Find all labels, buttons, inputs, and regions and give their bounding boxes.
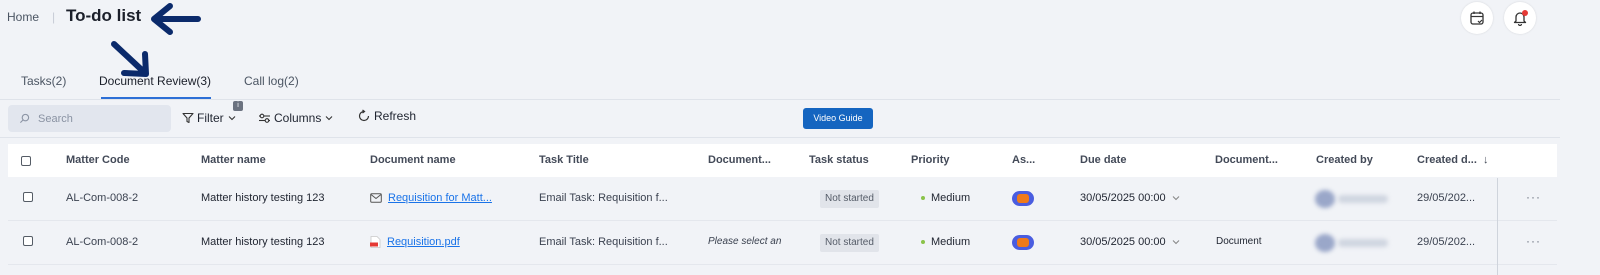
filter-button[interactable]: Filter <box>182 111 237 125</box>
tab-document-review[interactable]: Document Review(3) <box>99 74 211 88</box>
document-review-table: Matter Code Matter name Document name Ta… <box>8 144 1557 265</box>
tab-call-log[interactable]: Call log(2) <box>244 74 299 88</box>
video-guide-button[interactable]: Video Guide <box>803 108 873 129</box>
column-header-priority[interactable]: Priority <box>911 154 950 166</box>
pdf-file-icon <box>370 236 381 248</box>
document-name-cell: Requisition.pdf <box>370 236 460 248</box>
page-header: Home | To-do list <box>0 0 1600 40</box>
chevron-down-icon <box>1172 196 1180 201</box>
refresh-button[interactable]: Refresh <box>357 109 416 123</box>
column-header-document-2[interactable]: Document... <box>1215 154 1278 166</box>
column-header-created-by[interactable]: Created by <box>1316 154 1373 166</box>
assignee-avatar[interactable] <box>1012 191 1034 206</box>
columns-label: Columns <box>274 111 322 125</box>
priority-label: Medium <box>931 236 971 248</box>
priority-label: Medium <box>931 192 971 204</box>
document-link[interactable]: Requisition for Matt... <box>388 192 492 204</box>
column-header-matter-code[interactable]: Matter Code <box>66 154 130 166</box>
priority-cell: Medium <box>921 236 970 248</box>
row-checkbox[interactable] <box>23 192 33 202</box>
priority-dot-icon <box>921 240 925 244</box>
creator-avatar <box>1315 190 1335 208</box>
document-name-cell: Requisition for Matt... <box>370 192 492 204</box>
status-badge: Not started <box>820 234 879 252</box>
search-icon <box>19 113 30 124</box>
refresh-icon <box>358 109 370 122</box>
matter-code: AL-Com-008-2 <box>66 236 139 248</box>
chevron-down-icon <box>228 116 236 121</box>
matter-name: Matter history testing 123 <box>201 236 325 248</box>
refresh-label: Refresh <box>374 109 417 123</box>
columns-button[interactable]: Columns <box>258 111 334 125</box>
select-all-checkbox[interactable] <box>21 156 31 166</box>
matter-code: AL-Com-008-2 <box>66 192 139 204</box>
chevron-down-icon <box>325 116 333 121</box>
sort-desc-icon[interactable]: ↓ <box>1483 154 1489 166</box>
due-date-value: 30/05/2025 00:00 <box>1080 192 1166 204</box>
document-select[interactable]: Please select an <box>708 236 796 247</box>
column-header-task-title[interactable]: Task Title <box>539 154 589 166</box>
created-date: 29/05/202... <box>1417 236 1476 248</box>
tab-bar: Tasks(2) Document Review(3) Call log(2) <box>0 68 1560 100</box>
column-header-created-date[interactable]: Created d... <box>1417 154 1477 166</box>
assignee-avatar[interactable] <box>1012 235 1034 250</box>
filter-icon <box>182 112 194 124</box>
document-link[interactable]: Requisition.pdf <box>387 236 460 248</box>
page-title: To-do list <box>66 6 142 25</box>
chevron-down-icon <box>1172 240 1180 245</box>
status-badge: Not started <box>820 190 879 208</box>
matter-name: Matter history testing 123 <box>201 192 325 204</box>
due-date-cell[interactable]: 30/05/2025 00:00 <box>1080 192 1181 204</box>
filter-count-badge: i <box>233 101 243 111</box>
calendar-check-icon <box>1470 11 1484 25</box>
search-input[interactable] <box>38 112 158 125</box>
sliders-icon <box>259 113 270 123</box>
tab-tasks[interactable]: Tasks(2) <box>21 74 66 88</box>
created-date: 29/05/202... <box>1417 192 1476 204</box>
calendar-button[interactable] <box>1461 2 1493 34</box>
task-title: Email Task: Requisition f... <box>539 236 668 248</box>
document-type: Document <box>1216 236 1262 247</box>
column-header-assignee[interactable]: As... <box>1012 154 1035 166</box>
notification-dot <box>1522 10 1528 16</box>
due-date-cell[interactable]: 30/05/2025 00:00 <box>1080 236 1181 248</box>
priority-cell: Medium <box>921 192 970 204</box>
row-checkbox[interactable] <box>23 236 33 246</box>
notifications-button[interactable] <box>1504 2 1536 34</box>
priority-dot-icon <box>921 196 925 200</box>
task-title: Email Task: Requisition f... <box>539 192 668 204</box>
column-header-matter-name[interactable]: Matter name <box>201 154 266 166</box>
annotation-arrow-icon <box>151 3 201 35</box>
sticky-column-divider <box>1497 178 1498 275</box>
creator-avatar <box>1315 234 1335 252</box>
column-header-task-status[interactable]: Task status <box>809 154 869 166</box>
avatar-icon <box>1017 238 1029 247</box>
more-actions-icon[interactable]: ··· <box>1526 234 1541 248</box>
column-header-due-date[interactable]: Due date <box>1080 154 1126 166</box>
table-header: Matter Code Matter name Document name Ta… <box>8 144 1557 177</box>
table-row[interactable]: AL-Com-008-2 Matter history testing 123 … <box>8 177 1557 221</box>
breadcrumb-home[interactable]: Home <box>7 10 39 24</box>
avatar-icon <box>1017 194 1029 203</box>
active-tab-indicator <box>101 97 211 99</box>
breadcrumb-separator: | <box>52 10 56 24</box>
more-actions-icon[interactable]: ··· <box>1526 190 1541 204</box>
column-header-document[interactable]: Document... <box>708 154 771 166</box>
email-icon <box>370 193 382 203</box>
creator-name-redacted <box>1338 195 1388 203</box>
toolbar: Filter i Columns Refresh Video Guide <box>0 100 1560 138</box>
filter-label: Filter <box>197 111 224 125</box>
table-row[interactable]: AL-Com-008-2 Matter history testing 123 … <box>8 221 1557 265</box>
creator-name-redacted <box>1338 239 1388 247</box>
column-header-document-name[interactable]: Document name <box>370 154 456 166</box>
search-box[interactable] <box>8 105 171 132</box>
due-date-value: 30/05/2025 00:00 <box>1080 236 1166 248</box>
